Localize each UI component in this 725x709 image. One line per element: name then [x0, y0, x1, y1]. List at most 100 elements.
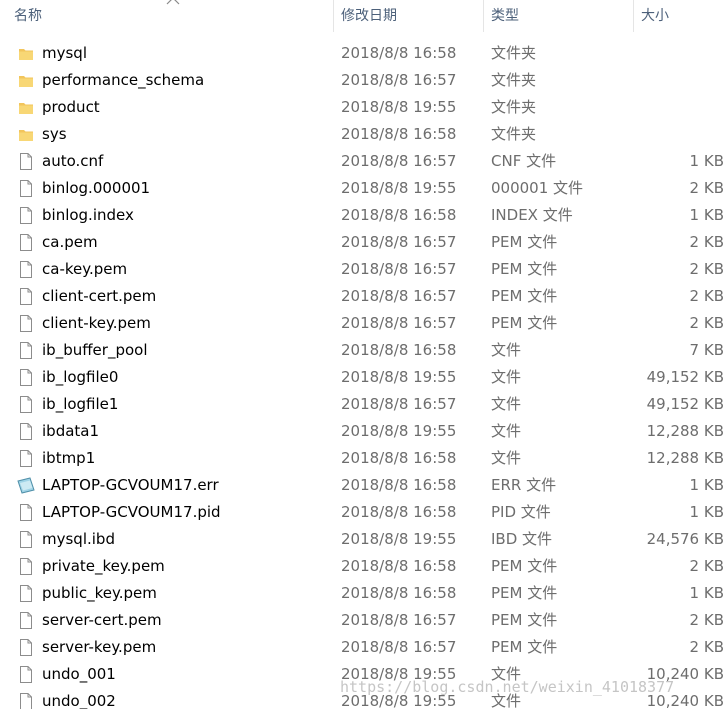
file-type: 文件夹 — [491, 98, 537, 116]
file-type: 文件夹 — [491, 71, 537, 89]
file-date-modified: 2018/8/8 16:57 — [341, 314, 457, 332]
file-row[interactable]: ibtmp1 2018/8/8 16:58 文件 12,288 KB — [0, 445, 725, 472]
file-icon — [17, 287, 35, 306]
file-type: PEM 文件 — [491, 557, 558, 575]
file-name: mysql.ibd — [42, 530, 115, 548]
file-type: 文件 — [491, 449, 522, 467]
file-size: 24,576 KB — [646, 530, 724, 548]
file-name: performance_schema — [42, 71, 205, 89]
file-type: 文件 — [491, 422, 522, 440]
file-date-modified: 2018/8/8 16:57 — [341, 233, 457, 251]
file-name: sys — [42, 125, 67, 143]
file-size: 10,240 KB — [646, 665, 724, 683]
file-type: 文件夹 — [491, 125, 537, 143]
file-icon — [17, 449, 35, 468]
file-row[interactable]: ib_logfile1 2018/8/8 16:57 文件 49,152 KB — [0, 391, 725, 418]
file-type: 文件 — [491, 368, 522, 386]
file-icon — [17, 530, 35, 549]
column-header-bar: 名称 修改日期 类型 大小 — [0, 0, 725, 32]
file-date-modified: 2018/8/8 16:58 — [341, 503, 457, 521]
file-row[interactable]: public_key.pem 2018/8/8 16:58 PEM 文件 1 KB — [0, 580, 725, 607]
file-icon — [17, 314, 35, 333]
file-date-modified: 2018/8/8 19:55 — [341, 692, 457, 709]
file-type: 文件 — [491, 341, 522, 359]
file-row[interactable]: server-cert.pem 2018/8/8 16:57 PEM 文件 2 KB — [0, 607, 725, 634]
file-row[interactable]: binlog.000001 2018/8/8 19:55 000001 文件 2 KB — [0, 175, 725, 202]
file-row[interactable]: private_key.pem 2018/8/8 16:58 PEM 文件 2 KB — [0, 553, 725, 580]
file-name: ib_logfile1 — [42, 395, 119, 413]
file-row[interactable]: performance_schema 2018/8/8 16:57 文件夹 — [0, 67, 725, 94]
file-date-modified: 2018/8/8 16:58 — [341, 476, 457, 494]
file-row[interactable]: binlog.index 2018/8/8 16:58 INDEX 文件 1 KB — [0, 202, 725, 229]
file-date-modified: 2018/8/8 16:58 — [341, 449, 457, 467]
file-type: PEM 文件 — [491, 584, 558, 602]
file-name: product — [42, 98, 100, 116]
err-file-icon — [17, 476, 35, 495]
file-icon — [17, 206, 35, 225]
file-icon — [17, 233, 35, 252]
file-icon — [17, 557, 35, 576]
column-header-size[interactable]: 大小 — [633, 0, 725, 32]
file-size: 2 KB — [689, 314, 724, 332]
file-name: LAPTOP-GCVOUM17.pid — [42, 503, 221, 521]
file-size: 10,240 KB — [646, 692, 724, 709]
file-date-modified: 2018/8/8 16:57 — [341, 611, 457, 629]
file-row[interactable]: sys 2018/8/8 16:58 文件夹 — [0, 121, 725, 148]
file-type: CNF 文件 — [491, 152, 557, 170]
file-row[interactable]: client-key.pem 2018/8/8 16:57 PEM 文件 2 KB — [0, 310, 725, 337]
file-icon — [17, 260, 35, 279]
file-icon — [17, 692, 35, 709]
file-type: PEM 文件 — [491, 287, 558, 305]
folder-icon — [17, 44, 35, 63]
file-date-modified: 2018/8/8 16:57 — [341, 152, 457, 170]
file-icon — [17, 503, 35, 522]
file-size: 49,152 KB — [646, 395, 724, 413]
file-list: mysql 2018/8/8 16:58 文件夹 performance_schema… — [0, 40, 725, 709]
file-row[interactable]: ib_logfile0 2018/8/8 19:55 文件 49,152 KB — [0, 364, 725, 391]
column-header-type[interactable]: 类型 — [483, 0, 633, 32]
file-explorer-details-view: 名称 修改日期 类型 大小 mysql 2018/8/8 16:58 文件夹 perf… — [0, 0, 725, 709]
file-name: ca.pem — [42, 233, 98, 251]
file-date-modified: 2018/8/8 19:55 — [341, 422, 457, 440]
file-size: 1 KB — [689, 476, 724, 494]
file-icon — [17, 422, 35, 441]
file-row[interactable]: auto.cnf 2018/8/8 16:57 CNF 文件 1 KB — [0, 148, 725, 175]
file-icon — [17, 179, 35, 198]
file-row[interactable]: ca-key.pem 2018/8/8 16:57 PEM 文件 2 KB — [0, 256, 725, 283]
file-type: PEM 文件 — [491, 638, 558, 656]
file-date-modified: 2018/8/8 16:57 — [341, 260, 457, 278]
file-row[interactable]: LAPTOP-GCVOUM17.err 2018/8/8 16:58 ERR 文件 1… — [0, 472, 725, 499]
file-row[interactable]: product 2018/8/8 19:55 文件夹 — [0, 94, 725, 121]
file-name: binlog.000001 — [42, 179, 151, 197]
folder-icon — [17, 98, 35, 117]
file-row[interactable]: undo_001 2018/8/8 19:55 文件 10,240 KB — [0, 661, 725, 688]
file-row[interactable]: server-key.pem 2018/8/8 16:57 PEM 文件 2 KB — [0, 634, 725, 661]
file-row[interactable]: mysql.ibd 2018/8/8 19:55 IBD 文件 24,576 KB — [0, 526, 725, 553]
file-size: 12,288 KB — [646, 422, 724, 440]
file-icon — [17, 665, 35, 684]
file-row[interactable]: ca.pem 2018/8/8 16:57 PEM 文件 2 KB — [0, 229, 725, 256]
file-type: 000001 文件 — [491, 179, 584, 197]
file-size: 2 KB — [689, 179, 724, 197]
file-row[interactable]: undo_002 2018/8/8 19:55 文件 10,240 KB — [0, 688, 725, 709]
file-icon — [17, 368, 35, 387]
column-header-date-modified[interactable]: 修改日期 — [333, 0, 483, 32]
file-row[interactable]: client-cert.pem 2018/8/8 16:57 PEM 文件 2 KB — [0, 283, 725, 310]
file-name: binlog.index — [42, 206, 134, 224]
file-row[interactable]: ibdata1 2018/8/8 19:55 文件 12,288 KB — [0, 418, 725, 445]
file-date-modified: 2018/8/8 16:57 — [341, 395, 457, 413]
file-type: PEM 文件 — [491, 611, 558, 629]
file-row[interactable]: ib_buffer_pool 2018/8/8 16:58 文件 7 KB — [0, 337, 725, 364]
file-name: ib_logfile0 — [42, 368, 119, 386]
file-date-modified: 2018/8/8 16:58 — [341, 125, 457, 143]
file-name: undo_002 — [42, 692, 116, 709]
file-size: 1 KB — [689, 503, 724, 521]
file-row[interactable]: LAPTOP-GCVOUM17.pid 2018/8/8 16:58 PID 文件 1… — [0, 499, 725, 526]
file-date-modified: 2018/8/8 16:58 — [341, 557, 457, 575]
file-type: PEM 文件 — [491, 260, 558, 278]
file-size: 49,152 KB — [646, 368, 724, 386]
file-row[interactable]: mysql 2018/8/8 16:58 文件夹 — [0, 40, 725, 67]
column-header-name[interactable]: 名称 — [8, 0, 333, 32]
file-size: 2 KB — [689, 233, 724, 251]
file-date-modified: 2018/8/8 19:55 — [341, 368, 457, 386]
